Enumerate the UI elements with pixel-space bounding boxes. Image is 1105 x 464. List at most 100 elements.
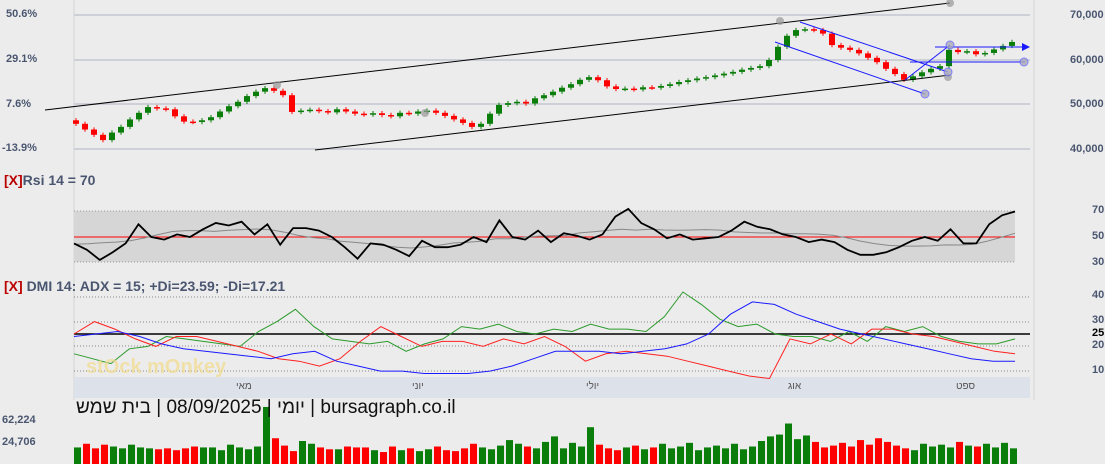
candle-up bbox=[496, 104, 502, 114]
rsi-tick: 50 bbox=[1092, 230, 1105, 242]
candle-down bbox=[100, 134, 106, 141]
candle-up bbox=[253, 91, 259, 97]
volume-bar bbox=[209, 447, 216, 464]
volume-tick: 62,224 bbox=[2, 414, 36, 426]
candle-down bbox=[73, 120, 79, 124]
candle-down bbox=[91, 129, 97, 135]
month-label: יולי bbox=[586, 381, 600, 392]
volume-bar bbox=[641, 449, 648, 464]
candle-up bbox=[739, 69, 745, 72]
candle-down bbox=[406, 112, 412, 115]
candle-up bbox=[919, 72, 925, 77]
candle-up bbox=[667, 84, 673, 86]
candle-up bbox=[397, 112, 403, 117]
candle-up bbox=[307, 109, 313, 112]
candle-up bbox=[109, 132, 115, 141]
candle-down bbox=[631, 88, 637, 91]
candle-up bbox=[532, 98, 538, 104]
volume-bar bbox=[848, 446, 855, 464]
volume-bar bbox=[389, 446, 396, 464]
candle-down bbox=[190, 121, 196, 124]
candle-up bbox=[685, 80, 691, 82]
candle-down bbox=[865, 53, 871, 58]
candle-up bbox=[748, 67, 754, 70]
candle-up bbox=[982, 52, 988, 55]
volume-bar bbox=[218, 450, 225, 464]
candle-up bbox=[928, 68, 934, 73]
volume-bar bbox=[479, 447, 486, 464]
volume-bar bbox=[290, 451, 297, 464]
volume-bar bbox=[686, 442, 693, 464]
candle-up bbox=[568, 84, 574, 88]
candle-up bbox=[964, 51, 970, 53]
price-label: 50,000 bbox=[1070, 98, 1104, 110]
volume-bar bbox=[515, 443, 522, 464]
candle-down bbox=[973, 51, 979, 55]
candle-down bbox=[361, 113, 367, 116]
dmi-tick: 30 bbox=[1092, 314, 1105, 326]
volume-bar bbox=[740, 449, 747, 464]
candle-up bbox=[658, 85, 664, 88]
volume-bar bbox=[605, 448, 612, 464]
volume-bar bbox=[749, 446, 756, 464]
volume-bar bbox=[245, 449, 252, 464]
dmi-tick: 40 bbox=[1092, 289, 1105, 301]
candle-down bbox=[82, 123, 88, 130]
volume-bar bbox=[506, 440, 513, 464]
candle-down bbox=[451, 115, 457, 120]
volume-bar bbox=[812, 441, 819, 464]
candle-up bbox=[298, 110, 304, 113]
time-axis[interactable] bbox=[74, 377, 1030, 398]
candle-down bbox=[829, 33, 835, 46]
candle-up bbox=[370, 113, 376, 115]
volume-bar bbox=[614, 450, 621, 464]
volume-bar bbox=[938, 444, 945, 464]
volume-bar bbox=[551, 436, 558, 464]
close-rsi-button[interactable]: [X] bbox=[4, 172, 23, 188]
volume-bar bbox=[173, 450, 180, 464]
volume-bar bbox=[146, 448, 153, 464]
volume-bar bbox=[272, 438, 279, 464]
volume-bar bbox=[704, 447, 711, 464]
volume-bar bbox=[857, 440, 864, 464]
candle-down bbox=[856, 49, 862, 54]
volume-bar bbox=[965, 445, 972, 464]
month-label: ספט bbox=[956, 381, 976, 392]
volume-bar bbox=[983, 443, 990, 464]
dmi-title: [X] DMI 14: ADX = 15; +Di=23.59; -Di=17.… bbox=[4, 278, 286, 294]
candle-down bbox=[352, 111, 358, 114]
volume-bar bbox=[524, 446, 531, 464]
candle-up bbox=[721, 73, 727, 76]
dmi-tick: 10 bbox=[1092, 364, 1105, 376]
volume-bar bbox=[119, 448, 126, 464]
candle-up bbox=[694, 78, 700, 81]
volume-bar bbox=[992, 447, 999, 464]
candle-up bbox=[262, 88, 268, 92]
volume-bar bbox=[452, 451, 459, 464]
candle-up bbox=[775, 46, 781, 60]
close-dmi-button[interactable]: [X] bbox=[4, 278, 23, 294]
candle-up bbox=[541, 95, 547, 99]
candle-down bbox=[604, 80, 610, 87]
price-label: 70,000 bbox=[1070, 9, 1104, 21]
candle-up bbox=[1000, 45, 1006, 50]
candle-up bbox=[127, 119, 133, 127]
watermark: stOck mOnkey bbox=[86, 356, 227, 378]
volume-bar bbox=[1001, 442, 1008, 464]
rsi-tick: 70 bbox=[1092, 204, 1105, 216]
volume-bar bbox=[425, 449, 432, 464]
volume-bar bbox=[623, 447, 630, 464]
candle-down bbox=[595, 77, 601, 81]
volume-bar bbox=[821, 447, 828, 464]
candle-down bbox=[883, 62, 889, 69]
volume-bar bbox=[947, 447, 954, 464]
dmi-tick: 20 bbox=[1092, 339, 1105, 351]
volume-bar bbox=[569, 442, 576, 464]
volume-bar bbox=[902, 448, 909, 464]
pct-label: 29.1% bbox=[6, 53, 38, 65]
volume-bar bbox=[578, 446, 585, 464]
candle-up bbox=[235, 101, 241, 107]
volume-bar bbox=[668, 448, 675, 464]
candle-up bbox=[244, 96, 250, 102]
volume-bar bbox=[587, 427, 594, 464]
